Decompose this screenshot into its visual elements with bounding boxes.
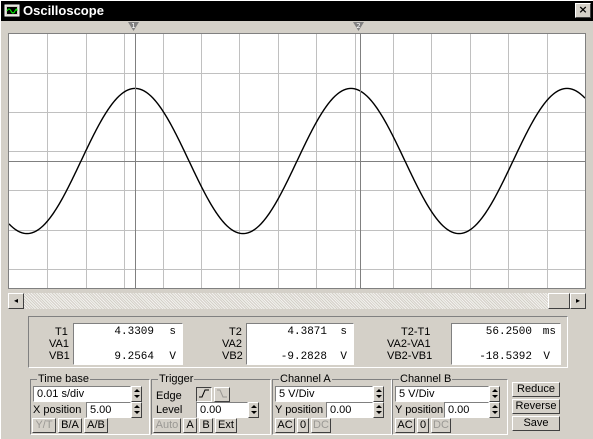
cursor-2-handle[interactable]: 2 — [353, 22, 364, 32]
channel-a-ypos-spinner[interactable] — [373, 402, 384, 418]
rising-edge-icon — [199, 389, 209, 398]
timebase-group: Time base 0.01 s/div X position 5.00 Y/T… — [30, 373, 150, 435]
va1-label: VA1 — [49, 338, 69, 350]
channel-b-ypos-field[interactable]: 0.00 — [444, 402, 489, 418]
dt-unit: ms — [542, 326, 556, 338]
timebase-scale-spinner[interactable] — [131, 386, 142, 402]
channel-a-title: Channel A — [279, 373, 332, 385]
level-label: Level — [156, 404, 183, 416]
vb1-unit: V — [169, 351, 176, 363]
ba-mode-button[interactable]: B/A — [58, 418, 82, 433]
cursor-2-label: 2 — [356, 22, 361, 30]
channel-a-scale-field[interactable]: 5 V/Div — [275, 386, 373, 402]
t1-value: 4.3309 — [114, 326, 154, 338]
t1-unit: s — [169, 326, 176, 338]
x-position-field[interactable]: 5.00 — [86, 402, 131, 418]
channel-b-ypos-label: Y position — [395, 404, 444, 416]
falling-edge-button[interactable] — [214, 387, 230, 402]
dt-label: T2-T1 — [401, 326, 431, 338]
channel-b-scale-field[interactable]: 5 V/Div — [395, 386, 489, 402]
scroll-right-button[interactable]: ▸ — [570, 293, 586, 309]
t2-value: 4.3871 — [287, 326, 327, 338]
channel-b-group: Channel B 5 V/Div Y position 0.00 AC 0 D… — [392, 373, 508, 435]
x-position-label: X position — [33, 404, 82, 416]
t2-label: T2 — [229, 326, 242, 338]
t1-label: T1 — [55, 326, 68, 338]
channel-a-ypos-field[interactable]: 0.00 — [326, 402, 373, 418]
va2-label: VA2 — [222, 338, 242, 350]
falling-edge-icon — [217, 389, 227, 398]
reverse-button[interactable]: Reverse — [512, 399, 560, 414]
timebase-title: Time base — [37, 373, 90, 385]
vb1-value: 9.2564 — [114, 351, 154, 363]
cursor-1-readout-box: 4.3309 s 9.2564 V — [73, 323, 183, 365]
channel-b-scale-spinner[interactable] — [489, 386, 500, 402]
trigger-title: Trigger — [158, 373, 195, 385]
dva-label: VA2-VA1 — [387, 338, 431, 350]
dvb-unit: V — [543, 351, 550, 363]
save-button[interactable]: Save — [512, 416, 560, 431]
scroll-left-button[interactable]: ◂ — [8, 293, 24, 309]
oscilloscope-icon — [4, 4, 20, 17]
dvb-value: -18.5392 — [479, 351, 532, 363]
oscilloscope-screen[interactable] — [8, 33, 586, 289]
measurement-readout: T1 VA1 VB1 4.3309 s 9.2564 V T2 VA2 VB2 … — [28, 316, 568, 368]
trigger-level-field[interactable]: 0.00 — [196, 402, 248, 418]
waveform-display — [9, 34, 585, 288]
oscilloscope-window: Oscilloscope × 1 2 ◂ ▸ T1 VA1 VB1 4.3309… — [0, 0, 593, 439]
reduce-button[interactable]: Reduce — [512, 382, 560, 397]
window-title: Oscilloscope — [23, 3, 104, 18]
channel-b-ac-button[interactable]: AC — [395, 418, 415, 433]
trigger-b-button[interactable]: B — [199, 418, 213, 433]
trigger-level-spinner[interactable] — [248, 402, 259, 418]
dt-value: 56.2500 — [485, 326, 532, 338]
channel-a-ac-button[interactable]: AC — [275, 418, 295, 433]
rising-edge-button[interactable] — [196, 387, 212, 402]
x-position-spinner[interactable] — [131, 402, 142, 418]
yt-mode-button[interactable]: Y/T — [32, 418, 56, 433]
trigger-auto-button[interactable]: Auto — [153, 418, 181, 433]
vb1-label: VB1 — [49, 350, 70, 362]
horizontal-scrollbar[interactable]: ◂ ▸ — [8, 293, 586, 309]
ab-mode-button[interactable]: A/B — [84, 418, 108, 433]
channel-a-group: Channel A 5 V/Div Y position 0.00 AC 0 D… — [272, 373, 392, 435]
close-button[interactable]: × — [575, 3, 591, 18]
cursor-2-readout-box: 4.3871 s -9.2828 V — [246, 323, 354, 365]
cursor-1-label: 1 — [131, 22, 136, 30]
trigger-a-button[interactable]: A — [183, 418, 197, 433]
channel-b-dc-button[interactable]: DC — [431, 418, 451, 433]
channel-b-title: Channel B — [399, 373, 453, 385]
trigger-ext-button[interactable]: Ext — [215, 418, 237, 433]
vb2-label: VB2 — [222, 350, 243, 362]
difference-readout-box: 56.2500 ms -18.5392 V — [451, 323, 561, 365]
channel-a-dc-button[interactable]: DC — [311, 418, 331, 433]
dvb-label: VB2-VB1 — [387, 350, 433, 362]
channel-b-zero-button[interactable]: 0 — [417, 418, 429, 433]
scroll-thumb[interactable] — [548, 293, 570, 309]
t2-unit: s — [340, 326, 347, 338]
trigger-group: Trigger Edge Level 0.00 Auto A B Ext — [151, 373, 271, 435]
edge-label: Edge — [156, 390, 182, 402]
timebase-scale-field[interactable]: 0.01 s/div — [33, 386, 131, 402]
channel-b-ypos-spinner[interactable] — [489, 402, 500, 418]
vb2-unit: V — [340, 351, 347, 363]
channel-a-scale-spinner[interactable] — [373, 386, 384, 402]
title-bar[interactable]: Oscilloscope × — [1, 1, 593, 21]
channel-a-zero-button[interactable]: 0 — [297, 418, 309, 433]
channel-a-ypos-label: Y position — [275, 404, 324, 416]
cursor-1-handle[interactable]: 1 — [128, 22, 139, 32]
vb2-value: -9.2828 — [280, 351, 327, 363]
